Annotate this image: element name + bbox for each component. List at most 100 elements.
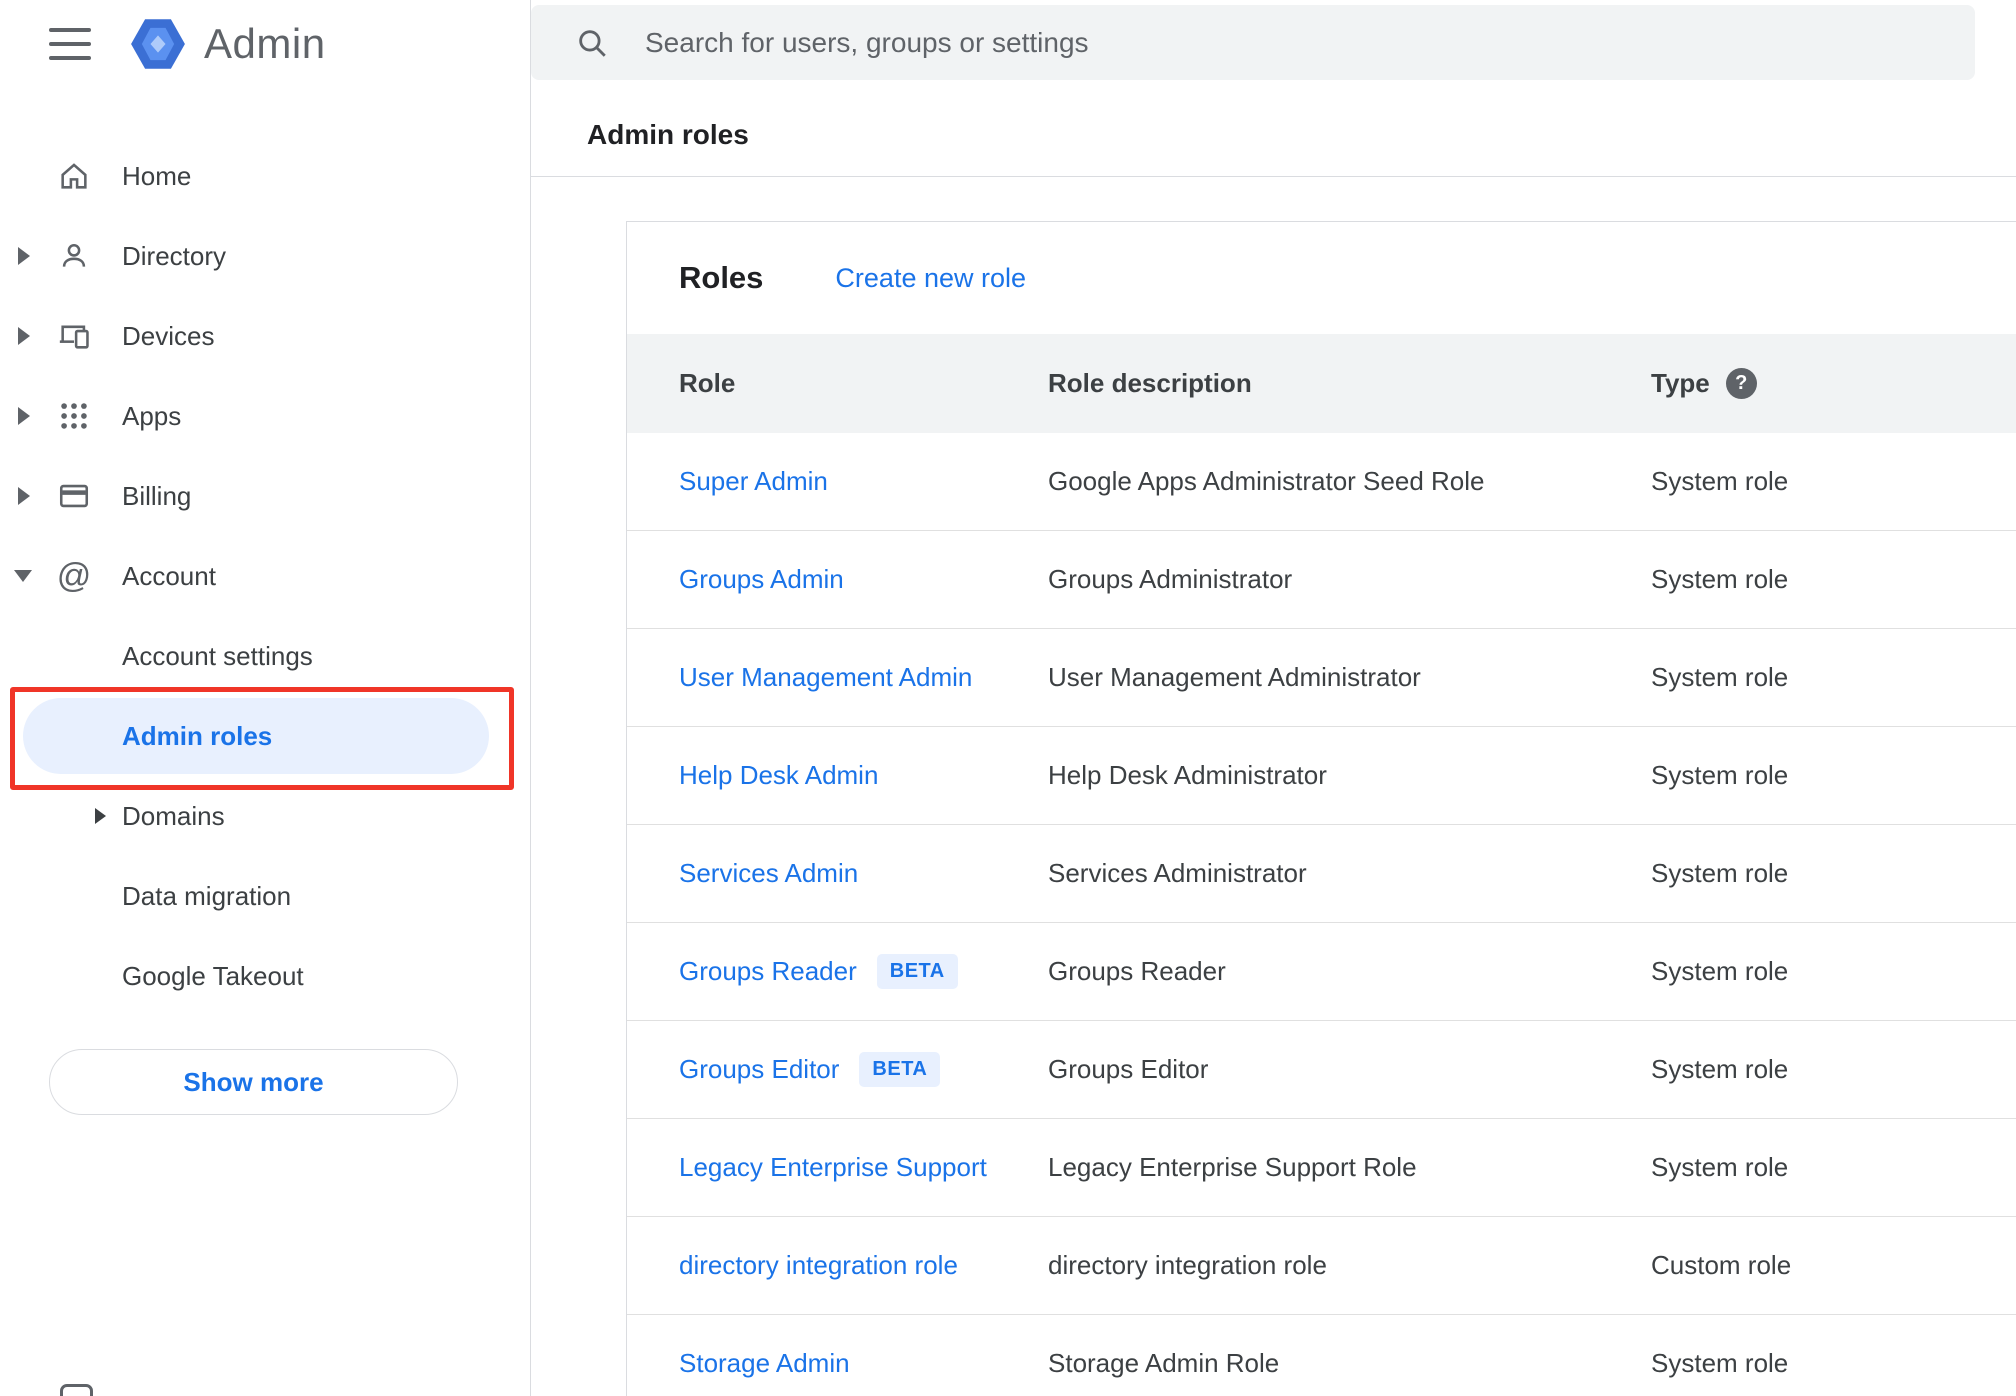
sidebar-item-label: Home xyxy=(122,160,192,191)
table-row: Help Desk Admin Help Desk Administrator … xyxy=(627,727,2016,825)
table-header-row: Role Role description Type ? xyxy=(627,334,2016,433)
role-link[interactable]: Help Desk Admin xyxy=(679,760,878,791)
role-link[interactable]: Groups Admin xyxy=(679,564,844,595)
role-type: Custom role xyxy=(1651,1250,1792,1280)
role-description: directory integration role xyxy=(1048,1250,1327,1280)
role-type: System role xyxy=(1651,1348,1789,1378)
column-header-description: Role description xyxy=(1048,368,1252,398)
table-row: Groups Editor BETA Groups Editor System … xyxy=(627,1021,2016,1119)
sidebar-item-account[interactable]: @ Account xyxy=(0,536,529,616)
role-description: Groups Reader xyxy=(1048,956,1226,986)
sidebar-item-google-takeout[interactable]: Google Takeout xyxy=(0,936,529,1016)
app-title: Admin xyxy=(204,20,326,67)
role-link[interactable]: User Management Admin xyxy=(679,662,972,693)
sidebar-item-label: Domains xyxy=(122,800,225,831)
search-bar[interactable] xyxy=(531,5,1975,80)
sidebar-item-label: Devices xyxy=(122,320,215,351)
table-row: Groups Admin Groups Administrator System… xyxy=(627,531,2016,629)
table-row: directory integration role directory int… xyxy=(627,1217,2016,1315)
role-description: Services Administrator xyxy=(1048,858,1307,888)
admin-console-screen: Admin Home Directory Devices Apps Billin… xyxy=(0,0,2016,1396)
google-admin-logo-icon[interactable] xyxy=(130,16,186,72)
role-link[interactable]: Super Admin xyxy=(679,466,828,497)
chevron-down-icon[interactable] xyxy=(14,570,32,582)
role-link[interactable]: Groups Reader xyxy=(679,956,857,987)
beta-badge: BETA xyxy=(876,954,958,989)
chevron-right-icon[interactable] xyxy=(18,247,30,265)
sidebar-item-home[interactable]: Home xyxy=(0,136,529,216)
table-row: User Management Admin User Management Ad… xyxy=(627,629,2016,727)
table-row: Services Admin Services Administrator Sy… xyxy=(627,825,2016,923)
role-description: Legacy Enterprise Support Role xyxy=(1048,1152,1417,1182)
roles-card-header: Roles Create new role xyxy=(627,222,2016,334)
sidebar-item-domains[interactable]: Domains xyxy=(0,776,529,856)
role-type: System role xyxy=(1651,1152,1789,1182)
sidebar-item-label: Account xyxy=(122,560,216,591)
sidebar-item-label: Billing xyxy=(122,480,192,511)
devices-icon xyxy=(55,317,93,355)
sidebar-item-directory[interactable]: Directory xyxy=(0,216,529,296)
role-description: Storage Admin Role xyxy=(1048,1348,1280,1378)
home-icon xyxy=(55,157,93,195)
sidebar-header: Admin xyxy=(0,0,530,88)
role-description: Groups Editor xyxy=(1048,1054,1209,1084)
table-row: Super Admin Google Apps Administrator Se… xyxy=(627,433,2016,531)
sidebar-item-devices[interactable]: Devices xyxy=(0,296,529,376)
sidebar-item-data-migration[interactable]: Data migration xyxy=(0,856,529,936)
search-icon xyxy=(579,29,606,57)
show-more-button[interactable]: Show more xyxy=(49,1049,458,1115)
payment-card-icon xyxy=(55,477,93,515)
header-divider xyxy=(531,176,2016,177)
sidebar-item-label: Google Takeout xyxy=(122,960,304,991)
role-description: Help Desk Administrator xyxy=(1048,760,1327,790)
sidebar-item-account-settings[interactable]: Account settings xyxy=(0,616,529,696)
sidebar-nav: Home Directory Devices Apps Billing @ Ac… xyxy=(0,136,529,1016)
chevron-right-icon[interactable] xyxy=(18,407,30,425)
column-header-type-label: Type xyxy=(1651,368,1710,398)
chevron-right-icon[interactable] xyxy=(18,327,30,345)
chevron-right-icon[interactable] xyxy=(95,808,106,824)
sidebar-item-label: Admin roles xyxy=(122,720,273,751)
role-type: System role xyxy=(1651,956,1789,986)
role-description: Groups Administrator xyxy=(1048,564,1293,594)
role-type: System role xyxy=(1651,466,1789,496)
role-link[interactable]: directory integration role xyxy=(679,1250,958,1281)
role-description: User Management Administrator xyxy=(1048,662,1421,692)
main-content: Admin roles Roles Create new role Role R… xyxy=(531,0,2016,1396)
role-link[interactable]: Groups Editor xyxy=(679,1054,839,1085)
create-new-role-link[interactable]: Create new role xyxy=(835,263,1026,294)
column-header-type: Type ? xyxy=(1651,368,2016,399)
person-icon xyxy=(55,237,93,275)
table-row: Groups Reader BETA Groups Reader System … xyxy=(627,923,2016,1021)
table-row: Storage Admin Storage Admin Role System … xyxy=(627,1315,2016,1396)
role-type: System role xyxy=(1651,858,1789,888)
sidebar: Admin Home Directory Devices Apps Billin… xyxy=(0,0,531,1396)
role-link[interactable]: Storage Admin xyxy=(679,1348,850,1379)
sidebar-item-label: Apps xyxy=(122,400,182,431)
sidebar-item-label: Directory xyxy=(122,240,227,271)
sidebar-item-label: Account settings xyxy=(122,640,313,671)
breadcrumb: Admin roles xyxy=(587,119,749,150)
roles-card: Roles Create new role Role Role descript… xyxy=(626,221,2016,1396)
role-type: System role xyxy=(1651,1054,1789,1084)
column-header-role: Role xyxy=(679,368,736,398)
chevron-right-icon[interactable] xyxy=(18,487,30,505)
role-link[interactable]: Services Admin xyxy=(679,858,858,889)
sidebar-item-admin-roles[interactable]: Admin roles xyxy=(0,696,529,776)
sidebar-item-apps[interactable]: Apps xyxy=(0,376,529,456)
role-type: System role xyxy=(1651,662,1789,692)
apps-grid-icon xyxy=(55,397,93,435)
at-symbol-icon: @ xyxy=(56,556,92,595)
role-link[interactable]: Legacy Enterprise Support xyxy=(679,1152,987,1183)
hamburger-menu-icon[interactable] xyxy=(49,28,91,60)
page-title: Roles xyxy=(679,260,764,295)
help-icon[interactable]: ? xyxy=(1725,368,1757,399)
role-description: Google Apps Administrator Seed Role xyxy=(1048,466,1485,496)
sidebar-item-label: Data migration xyxy=(122,880,292,911)
beta-badge: BETA xyxy=(859,1052,941,1087)
role-type: System role xyxy=(1651,760,1789,790)
table-row: Legacy Enterprise Support Legacy Enterpr… xyxy=(627,1119,2016,1217)
role-type: System role xyxy=(1651,564,1789,594)
search-input[interactable] xyxy=(645,26,1975,59)
sidebar-item-billing[interactable]: Billing xyxy=(0,456,529,536)
